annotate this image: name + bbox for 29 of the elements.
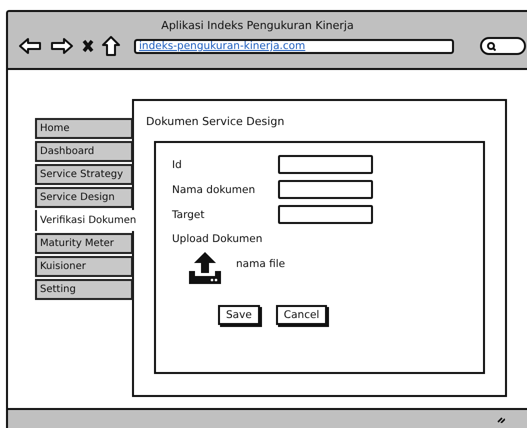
search-icon [487,42,496,50]
close-icon[interactable] [82,39,94,53]
sidebar-item[interactable]: Setting [35,279,133,300]
back-icon[interactable] [18,37,42,55]
url-link[interactable]: indeks-pengukuran-kinerja.com [139,40,306,52]
window-title: Aplikasi Indeks Pengukuran Kinerja [160,19,355,32]
sidebar-item[interactable]: Service Design [35,187,133,208]
panel-title: Dokumen Service Design [146,115,286,128]
file-name: nama file [236,258,286,270]
sidebar-item[interactable]: Verifikasi Dokumen [35,210,138,231]
sidebar-item[interactable]: Kuisioner [35,256,133,277]
forward-icon[interactable] [50,37,74,55]
upload-icon[interactable] [188,251,222,285]
search-field[interactable] [480,37,526,55]
sidebar-item[interactable]: Service Strategy [35,164,133,185]
address-bar[interactable]: indeks-pengukuran-kinerja.com [134,38,454,54]
field-label: Id [172,158,183,170]
input-field[interactable] [278,180,373,199]
sidebar-item[interactable]: Dashboard [35,141,133,162]
upload-label: Upload Dokumen [172,233,264,245]
resize-grip-icon[interactable] [497,415,505,423]
input-field[interactable] [278,155,373,174]
form-button[interactable]: Cancel [276,305,328,325]
field-label: Nama dokumen [172,184,256,196]
sidebar-item[interactable]: Maturity Meter [35,233,133,254]
sidebar-item[interactable]: Home [35,118,133,139]
form-button[interactable]: Save [218,305,260,325]
field-label: Target [172,208,206,220]
input-field[interactable] [278,205,373,224]
